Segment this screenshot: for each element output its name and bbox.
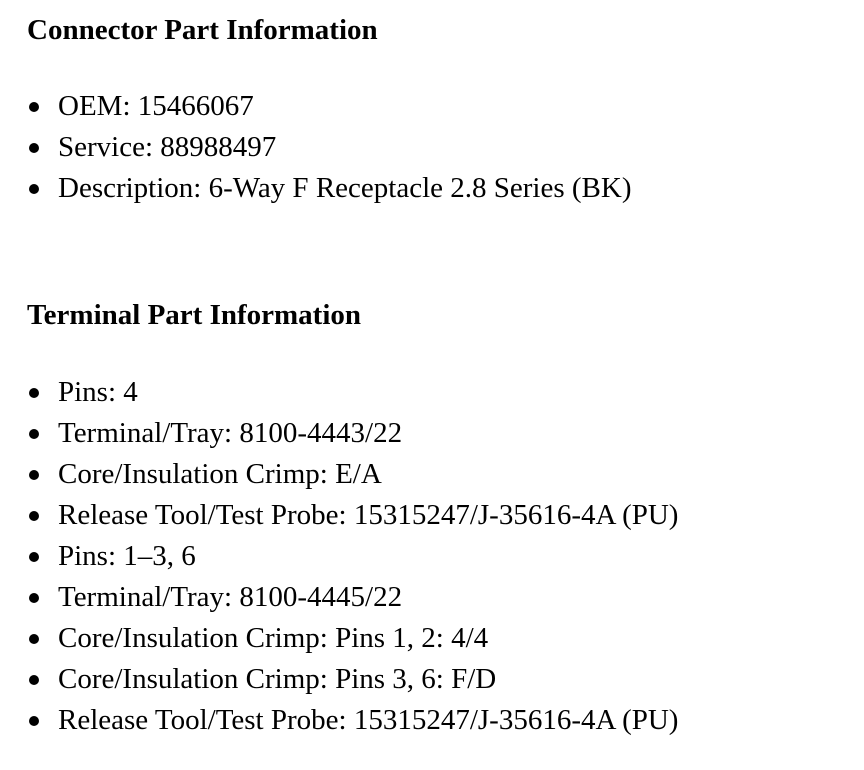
terminal-part-list: Pins: 4 Terminal/Tray: 8100-4443/22 Core… <box>27 372 847 741</box>
list-item-text: Pins: 1–3, 6 <box>58 540 196 572</box>
bullet-icon <box>29 429 39 439</box>
terminal-part-section: Terminal Part Information Pins: 4 Termin… <box>27 293 847 741</box>
list-item: Pins: 1–3, 6 <box>27 536 847 577</box>
bullet-icon <box>29 675 39 685</box>
list-item-text: Release Tool/Test Probe: 15315247/J-3561… <box>58 704 679 736</box>
bullet-icon <box>29 388 39 398</box>
bullet-icon <box>29 593 39 603</box>
bullet-icon <box>29 716 39 726</box>
terminal-part-heading: Terminal Part Information <box>27 299 362 331</box>
list-item-text: OEM: 15466067 <box>58 90 254 122</box>
list-item-text: Terminal/Tray: 8100-4445/22 <box>58 581 403 613</box>
connector-part-section: Connector Part Information OEM: 15466067… <box>27 8 847 209</box>
list-item: Terminal/Tray: 8100-4443/22 <box>27 413 847 454</box>
bullet-icon <box>29 552 39 562</box>
list-item: OEM: 15466067 <box>27 86 847 127</box>
list-item-text: Pins: 4 <box>58 376 138 408</box>
list-item-text: Description: 6-Way F Receptacle 2.8 Seri… <box>58 172 632 204</box>
bullet-icon <box>29 102 39 112</box>
connector-part-list: OEM: 15466067 Service: 88988497 Descript… <box>27 86 847 209</box>
list-item-text: Terminal/Tray: 8100-4443/22 <box>58 417 403 449</box>
list-item: Core/Insulation Crimp: Pins 3, 6: F/D <box>27 659 847 700</box>
list-item: Service: 88988497 <box>27 127 847 168</box>
list-item: Pins: 4 <box>27 372 847 413</box>
bullet-icon <box>29 143 39 153</box>
list-item-text: Service: 88988497 <box>58 131 277 163</box>
bullet-icon <box>29 470 39 480</box>
bullet-icon <box>29 511 39 521</box>
list-item: Description: 6-Way F Receptacle 2.8 Seri… <box>27 168 847 209</box>
bullet-icon <box>29 184 39 194</box>
list-item: Core/Insulation Crimp: Pins 1, 2: 4/4 <box>27 618 847 659</box>
connector-part-heading: Connector Part Information <box>27 14 378 46</box>
list-item: Terminal/Tray: 8100-4445/22 <box>27 577 847 618</box>
bullet-icon <box>29 634 39 644</box>
list-item-text: Core/Insulation Crimp: Pins 3, 6: F/D <box>58 663 497 695</box>
list-item-text: Core/Insulation Crimp: E/A <box>58 458 382 490</box>
list-item-text: Core/Insulation Crimp: Pins 1, 2: 4/4 <box>58 622 489 654</box>
list-item: Release Tool/Test Probe: 15315247/J-3561… <box>27 495 847 536</box>
list-item: Release Tool/Test Probe: 15315247/J-3561… <box>27 700 847 741</box>
list-item-text: Release Tool/Test Probe: 15315247/J-3561… <box>58 499 679 531</box>
list-item: Core/Insulation Crimp: E/A <box>27 454 847 495</box>
